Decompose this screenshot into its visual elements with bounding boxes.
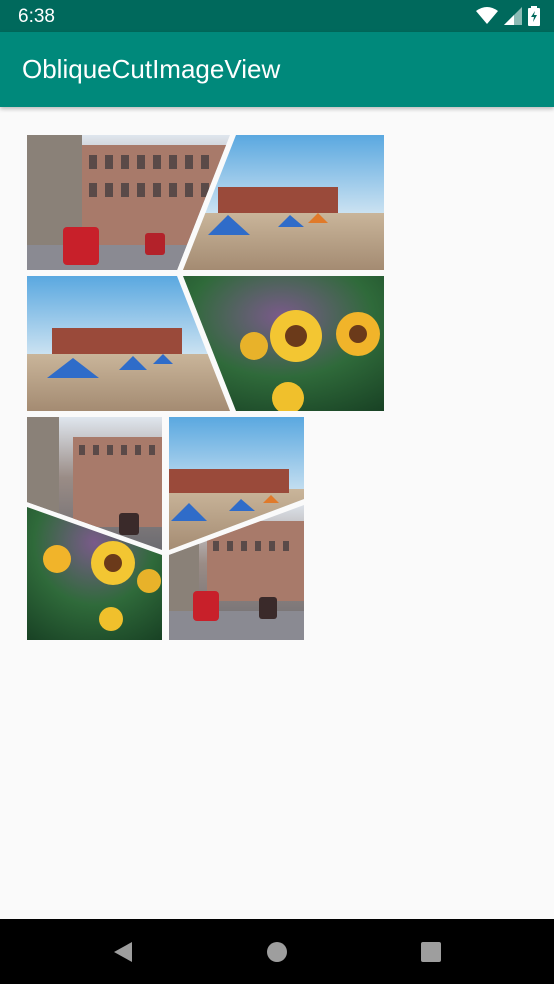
battery-icon — [528, 6, 540, 26]
back-button[interactable] — [110, 939, 136, 965]
image-gallery — [0, 107, 554, 919]
oblique-image-beach[interactable] — [178, 135, 384, 270]
app-title: ObliqueCutImageView — [22, 54, 281, 84]
oblique-image-sunflower[interactable] — [27, 501, 162, 640]
wifi-icon — [476, 7, 498, 24]
recents-button[interactable] — [418, 939, 444, 965]
status-time: 6:38 — [18, 6, 55, 27]
status-icons — [476, 6, 540, 26]
navigation-bar — [0, 919, 554, 984]
app-bar: ObliqueCutImageView — [0, 32, 554, 107]
oblique-image-sunflower[interactable] — [178, 276, 384, 411]
home-button[interactable] — [264, 939, 290, 965]
cell-signal-icon — [504, 7, 522, 25]
oblique-image-street[interactable] — [169, 501, 304, 640]
status-bar: 6:38 — [0, 0, 554, 32]
